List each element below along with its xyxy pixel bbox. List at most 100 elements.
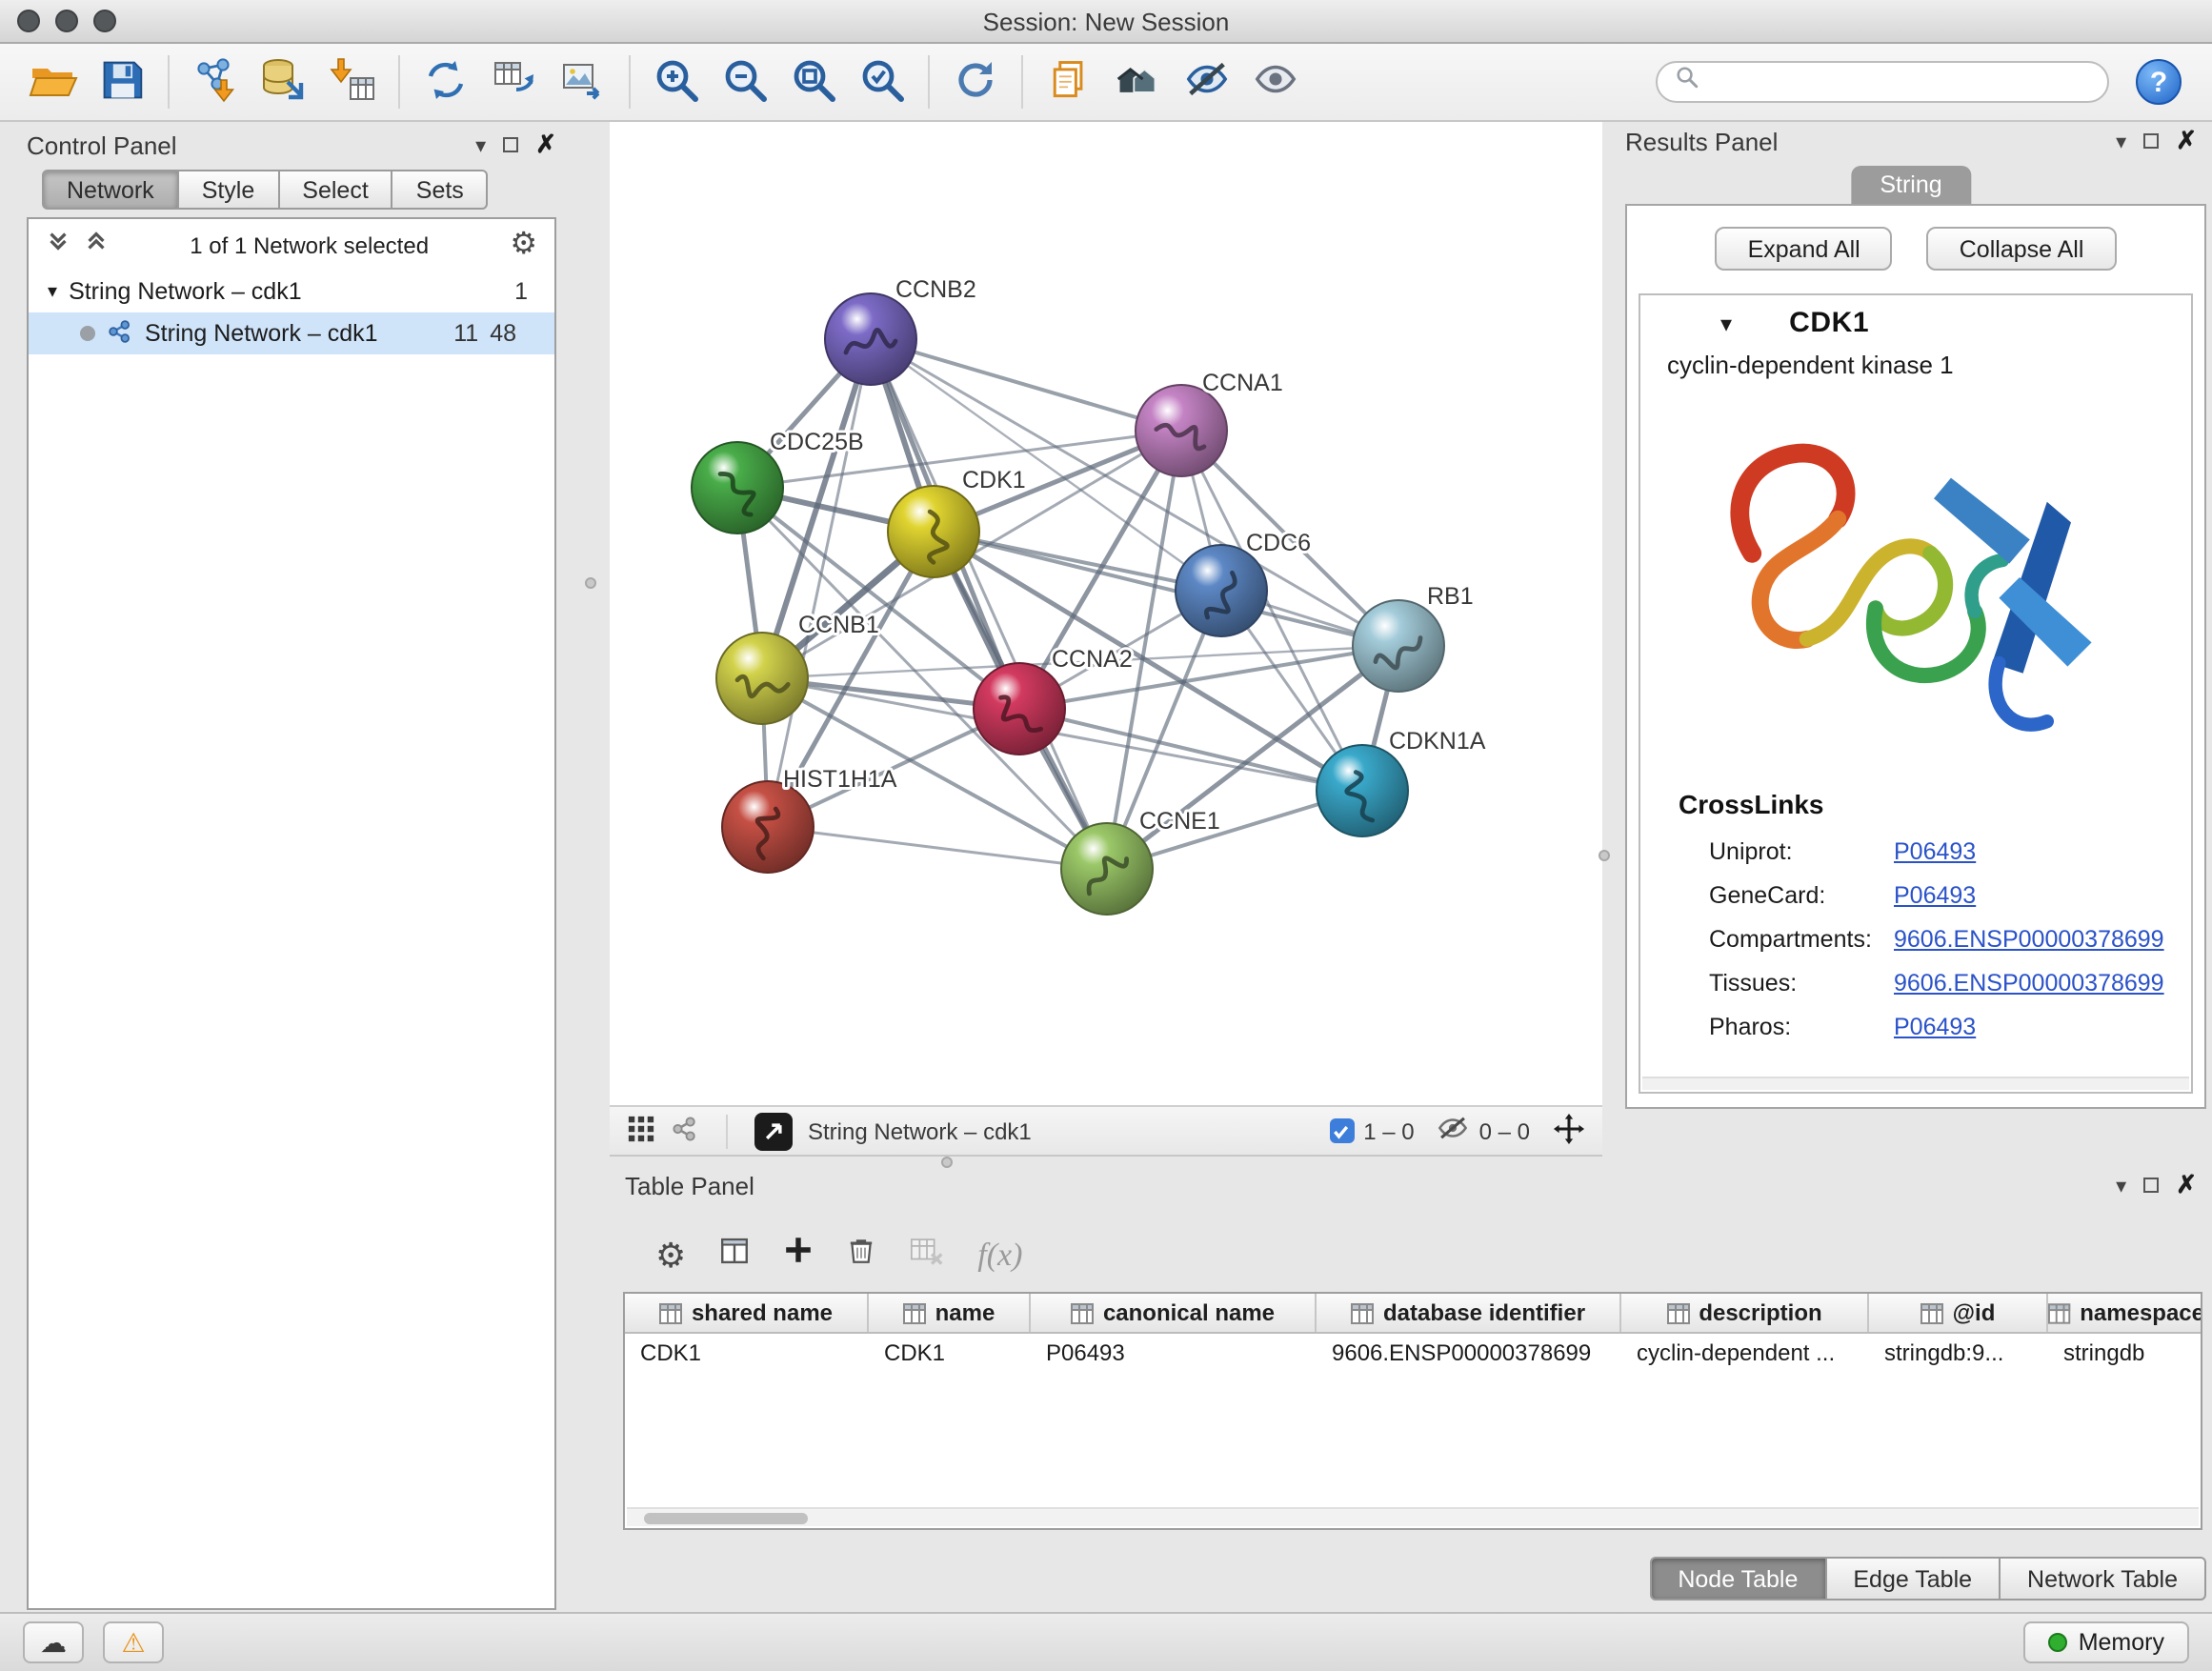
- tab-string[interactable]: String: [1851, 166, 1970, 204]
- tab-style[interactable]: Style: [179, 170, 280, 210]
- crosslink-link-pharos[interactable]: P06493: [1894, 1013, 1976, 1039]
- column-header-canonical-name[interactable]: canonical name: [1031, 1294, 1317, 1332]
- show-columns-icon[interactable]: [718, 1234, 751, 1276]
- gene-section-header[interactable]: ▾ CDK1: [1640, 297, 2191, 349]
- tab-edge-table[interactable]: Edge Table: [1826, 1557, 2001, 1601]
- collapse-all-button[interactable]: Collapse All: [1927, 227, 2117, 271]
- copy-button[interactable]: [1035, 50, 1103, 114]
- column-header-shared-name[interactable]: shared name: [625, 1294, 869, 1332]
- zoom-window-button[interactable]: [93, 10, 116, 32]
- results-scrollbar[interactable]: [1642, 1077, 2189, 1090]
- hide-selected-button[interactable]: [1172, 50, 1240, 114]
- node-label: CCNA2: [1052, 646, 1133, 673]
- network-options-gear-icon[interactable]: ⚙: [510, 230, 537, 260]
- panel-menu-button[interactable]: ▾: [475, 132, 486, 157]
- birds-eye-view-button[interactable]: [754, 1112, 793, 1150]
- table-row[interactable]: CDK1 CDK1 P06493 9606.ENSP00000378699 cy…: [625, 1334, 2201, 1372]
- network-edge[interactable]: [871, 339, 1181, 431]
- network-row-selected[interactable]: String Network – cdk1 11 48: [29, 312, 554, 354]
- network-graph-svg[interactable]: CCNB2CCNA1CDC25BCDK1CDC6RB1CCNB1CCNA2CDK…: [610, 122, 1602, 1105]
- crosslink-link-compartments[interactable]: 9606.ENSP00000378699: [1894, 925, 2164, 952]
- panel-float-button[interactable]: [503, 137, 518, 152]
- tab-network[interactable]: Network: [42, 170, 179, 210]
- open-session-button[interactable]: [19, 50, 88, 114]
- network-edge[interactable]: [1019, 709, 1362, 791]
- crosslink-link-genecard[interactable]: P06493: [1894, 881, 1976, 908]
- save-session-button[interactable]: [88, 50, 156, 114]
- clone-network-button[interactable]: [412, 50, 480, 114]
- minimize-window-button[interactable]: [55, 10, 78, 32]
- selected-checkbox-icon[interactable]: [1329, 1118, 1354, 1143]
- column-header-description[interactable]: description: [1621, 1294, 1869, 1332]
- column-header-id[interactable]: @id: [1869, 1294, 2048, 1332]
- scrollbar-thumb[interactable]: [644, 1513, 808, 1524]
- warnings-button[interactable]: ⚠: [103, 1621, 164, 1663]
- expand-all-button[interactable]: Expand All: [1716, 227, 1893, 271]
- section-caret-icon[interactable]: ▾: [1720, 310, 1732, 336]
- network-node-ccnb2[interactable]: CCNB2: [825, 276, 976, 385]
- search-input[interactable]: [1709, 69, 2090, 95]
- pan-move-icon[interactable]: [1553, 1112, 1585, 1150]
- help-button[interactable]: ?: [2136, 59, 2182, 105]
- hidden-eye-slash-icon[interactable]: [1438, 1115, 1470, 1147]
- column-header-namespace[interactable]: namespace: [2048, 1294, 2202, 1332]
- crosslink-link-tissues[interactable]: 9606.ENSP00000378699: [1894, 969, 2164, 996]
- import-network-file-button[interactable]: [181, 50, 250, 114]
- expand-all-networks-icon[interactable]: [46, 228, 70, 262]
- function-builder-icon[interactable]: f(x): [977, 1236, 1022, 1274]
- network-node-cdkn1a[interactable]: CDKN1A: [1317, 728, 1486, 836]
- zoom-selected-button[interactable]: [848, 50, 916, 114]
- network-from-table-button[interactable]: [480, 50, 549, 114]
- show-all-button[interactable]: [1240, 50, 1309, 114]
- table-panel: Table Panel ▾ ✗ ⚙ f(x) shared name name …: [610, 1166, 2212, 1610]
- import-table-button[interactable]: [318, 50, 387, 114]
- cloud-button[interactable]: ☁: [23, 1621, 84, 1663]
- import-network-database-button[interactable]: [250, 50, 318, 114]
- add-column-icon[interactable]: [783, 1235, 814, 1275]
- panel-close-button[interactable]: ✗: [535, 130, 556, 160]
- zoom-in-button[interactable]: [642, 50, 711, 114]
- tab-network-table[interactable]: Network Table: [2001, 1557, 2206, 1601]
- export-image-button[interactable]: [549, 50, 617, 114]
- close-window-button[interactable]: [17, 10, 40, 32]
- collapse-all-networks-icon[interactable]: [84, 228, 109, 262]
- tab-select[interactable]: Select: [279, 170, 393, 210]
- splitter-grip[interactable]: [585, 577, 596, 589]
- tab-node-table[interactable]: Node Table: [1649, 1557, 1826, 1601]
- network-edge[interactable]: [768, 339, 871, 827]
- grid-view-icon[interactable]: [627, 1114, 655, 1148]
- zoom-out-button[interactable]: [711, 50, 779, 114]
- network-node-rb1[interactable]: RB1: [1353, 583, 1474, 692]
- memory-button[interactable]: Memory: [2023, 1621, 2189, 1663]
- panel-float-button[interactable]: [2143, 1178, 2159, 1193]
- tab-sets[interactable]: Sets: [393, 170, 489, 210]
- network-node-cdk1[interactable]: CDK1: [888, 467, 1026, 577]
- column-header-database-identifier[interactable]: database identifier: [1317, 1294, 1621, 1332]
- zoom-fit-button[interactable]: [779, 50, 848, 114]
- panel-menu-button[interactable]: ▾: [2116, 1173, 2126, 1198]
- network-share-icon[interactable]: [671, 1114, 699, 1148]
- splitter-grip[interactable]: [1599, 850, 1610, 861]
- delete-column-icon[interactable]: [846, 1235, 876, 1275]
- table-horizontal-scrollbar[interactable]: [627, 1507, 2199, 1526]
- table-options-gear-icon[interactable]: ⚙: [655, 1238, 686, 1272]
- network-node-hist1h1a[interactable]: HIST1H1A: [722, 766, 897, 873]
- panel-float-button[interactable]: [2143, 133, 2159, 149]
- network-edge[interactable]: [934, 532, 1398, 646]
- apply-layout-button[interactable]: [941, 50, 1010, 114]
- panel-close-button[interactable]: ✗: [2176, 126, 2197, 156]
- network-collection-row[interactable]: ▾ String Network – cdk1 1: [29, 271, 554, 312]
- crosslink-link-uniprot[interactable]: P06493: [1894, 837, 1976, 864]
- panel-menu-button[interactable]: ▾: [2116, 129, 2126, 153]
- delete-table-icon[interactable]: [909, 1234, 945, 1276]
- panel-close-button[interactable]: ✗: [2176, 1170, 2197, 1200]
- network-canvas[interactable]: CCNB2CCNA1CDC25BCDK1CDC6RB1CCNB1CCNA2CDK…: [610, 122, 1602, 1105]
- network-edge[interactable]: [768, 827, 1107, 869]
- network-edge[interactable]: [871, 339, 1107, 869]
- gene-name: CDK1: [1789, 307, 1869, 339]
- splitter-grip[interactable]: [941, 1157, 953, 1168]
- network-node-ccna1[interactable]: CCNA1: [1136, 370, 1283, 476]
- column-header-name[interactable]: name: [869, 1294, 1031, 1332]
- first-neighbors-button[interactable]: [1103, 50, 1172, 114]
- collapse-caret-icon[interactable]: ▾: [48, 281, 57, 302]
